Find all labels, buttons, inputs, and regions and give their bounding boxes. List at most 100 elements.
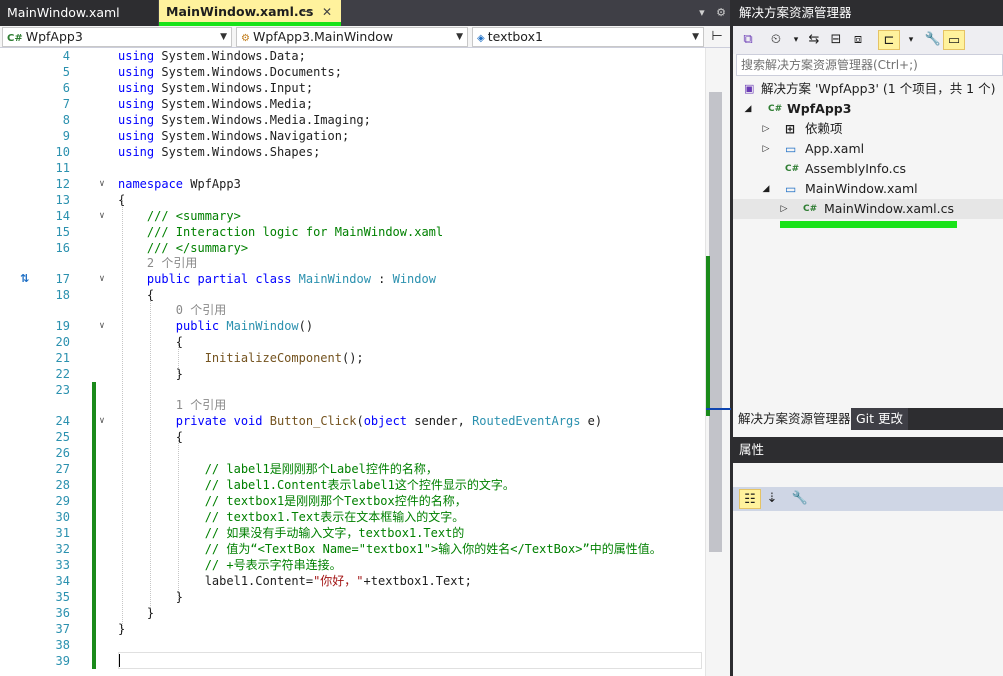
highlight-mark	[780, 221, 957, 228]
solution-explorer-tabs: 解决方案资源管理器 Git 更改	[733, 408, 1003, 430]
expanded-icon[interactable]: ◢	[743, 99, 753, 119]
code-line: 22 }	[55, 367, 184, 381]
pin-icon[interactable]: ⊸	[302, 0, 311, 24]
collapsed-icon[interactable]: ▷	[779, 199, 789, 219]
tab-mainwindow-xaml[interactable]: MainWindow.xaml	[0, 0, 158, 26]
document-tab-strip: MainWindow.xaml MainWindow.xaml.cs ⊸ ✕ ▾…	[0, 0, 730, 26]
codelens-references[interactable]: 0 个引用	[0, 302, 705, 318]
solution-tree: ▣ 解决方案 'WpfApp3' (1 个项目，共 1 个) ◢ C# WpfA…	[733, 76, 1003, 406]
solution-explorer-title: 解决方案资源管理器	[733, 0, 1003, 26]
code-line: 28 // label1.Content表示label1这个控件显示的文字。	[55, 477, 515, 493]
code-line: 20 {	[55, 335, 184, 349]
code-line: 11	[55, 161, 70, 175]
collapse-icon[interactable]: ∨	[96, 271, 108, 287]
code-line: 34 label1.Content="你好，"+textbox1.Text;	[55, 573, 472, 589]
collapsed-icon[interactable]: ▷	[761, 139, 771, 159]
tree-node-dependencies[interactable]: ▷ ⊞ 依赖项	[733, 119, 1003, 139]
tab-tools: ▾ ⚙	[691, 0, 726, 26]
chevron-down-icon: ▼	[220, 32, 227, 42]
code-line: 10 using System.Windows.Shapes;	[55, 145, 321, 159]
tab-label: MainWindow.xaml.cs	[166, 4, 314, 19]
preview-icon[interactable]: ▭	[943, 30, 965, 50]
properties-toolbar: ☷ ⇣ 🔧	[733, 487, 1003, 511]
wrench-icon[interactable]: 🔧	[789, 489, 811, 509]
code-line: 12 ∨ namespace WpfApp3	[55, 176, 241, 192]
code-editor-pane: MainWindow.xaml MainWindow.xaml.cs ⊸ ✕ ▾…	[0, 0, 731, 676]
collapse-all-icon[interactable]: ⊟	[825, 30, 847, 50]
code-line: 37}	[55, 621, 126, 637]
code-line: 26	[0, 445, 705, 461]
code-line: 27 // label1是刚刚那个Label控件的名称，	[55, 461, 438, 477]
code-line: 6 using System.Windows.Input;	[62, 81, 314, 95]
member-dropdown[interactable]: ◈ textbox1 ▼	[472, 27, 704, 47]
scrollbar-thumb[interactable]	[709, 92, 722, 552]
categorized-icon[interactable]: ☷	[739, 489, 761, 509]
codelens-references[interactable]: 1 个引用	[0, 397, 705, 413]
class-label: WpfApp3.MainWindow	[252, 29, 394, 44]
code-line: 25 {	[55, 429, 184, 445]
tree-node-project[interactable]: ◢ C# WpfApp3	[733, 99, 1003, 119]
close-icon[interactable]: ✕	[322, 0, 332, 24]
code-line: 18 {	[55, 288, 155, 302]
solution-explorer-toolbar: ⧉ ⏲ ▾ ⇆ ⊟ ⧈ ⊏ ▾ 🔧 ▭	[733, 26, 1003, 54]
tab-git-changes[interactable]: Git 更改	[851, 408, 909, 430]
code-line: 7 using System.Windows.Media;	[62, 97, 314, 111]
code-line: 17 ∨ public partial class MainWindow : Wi…	[55, 271, 436, 287]
history-icon[interactable]: ⏲	[765, 30, 787, 50]
gear-icon[interactable]: ⚙	[716, 6, 726, 19]
vertical-scrollbar[interactable]	[705, 48, 731, 676]
tree-node-mainwindow-xaml-cs[interactable]: ▷ C# MainWindow.xaml.cs	[733, 199, 1003, 219]
solution-icon: ▣	[744, 82, 755, 95]
tree-node-mainwindow-xaml[interactable]: ◢ ▭ MainWindow.xaml	[733, 179, 1003, 199]
change-marker	[706, 256, 710, 416]
tool-windows: 解决方案资源管理器 ⧉ ⏲ ▾ ⇆ ⊟ ⧈ ⊏ ▾ 🔧 ▭ 搜索解决方案资源管理…	[733, 0, 1003, 676]
sync-arrows-icon[interactable]: ⇆	[803, 30, 825, 50]
code-line: 19 ∨ public MainWindow()	[55, 318, 314, 334]
tree-node-assemblyinfo[interactable]: C# AssemblyInfo.cs	[733, 159, 1003, 179]
code-line: 30 // textbox1.Text表示在文本框输入的文字。	[55, 509, 465, 525]
code-line: 24 ∨ private void Button_Click(object sen…	[55, 413, 603, 429]
collapse-icon[interactable]: ∨	[96, 208, 108, 224]
code-line: 15 /// Interaction logic for MainWindow.…	[55, 225, 444, 239]
tab-list-dropdown-icon[interactable]: ▾	[699, 6, 705, 19]
chevron-down-icon: ▼	[692, 32, 699, 42]
vs-sync-icon[interactable]: ⧉	[737, 30, 759, 50]
collapse-icon[interactable]: ∨	[96, 318, 108, 334]
code-line: 36 }	[55, 605, 155, 621]
properties-title: 属性	[733, 437, 1003, 463]
code-line: 4 using System.Windows.Data;	[62, 49, 306, 63]
properties-panel: ☷ ⇣ 🔧	[733, 463, 1003, 676]
track-active-icon[interactable]: ⊏	[878, 30, 900, 50]
code-line: 5 using System.Windows.Documents;	[62, 65, 342, 79]
text-caret	[119, 654, 120, 667]
expanded-icon[interactable]: ◢	[761, 179, 771, 199]
csharp-project-icon: C#	[7, 33, 23, 44]
collapse-icon[interactable]: ∨	[96, 413, 108, 429]
project-dropdown[interactable]: C# WpfApp3 ▼	[2, 27, 232, 47]
tree-node-solution[interactable]: ▣ 解决方案 'WpfApp3' (1 个项目，共 1 个)	[733, 79, 1003, 99]
chevron-down-icon[interactable]: ▾	[900, 30, 922, 50]
csharp-file-icon: C#	[785, 164, 800, 174]
show-all-files-icon[interactable]: ⧈	[847, 30, 869, 50]
tree-node-app-xaml[interactable]: ▷ ▭ App.xaml	[733, 139, 1003, 159]
tab-solution-explorer[interactable]: 解决方案资源管理器	[733, 408, 856, 430]
dependencies-icon: ⊞	[785, 122, 796, 136]
csharp-file-icon: C#	[803, 204, 818, 214]
navigation-bar: C# WpfApp3 ▼ ⚙ WpfApp3.MainWindow ▼ ◈ textb…	[0, 26, 730, 48]
code-line: 35 }	[55, 589, 184, 605]
code-line: 9 using System.Windows.Navigation;	[62, 129, 350, 143]
collapse-icon[interactable]: ∨	[96, 176, 108, 192]
class-dropdown[interactable]: ⚙ WpfApp3.MainWindow ▼	[236, 27, 468, 47]
field-icon: ◈	[477, 33, 485, 44]
wrench-icon[interactable]: 🔧	[922, 30, 944, 50]
codelens-references[interactable]: 2 个引用	[0, 255, 705, 271]
alphabetical-icon[interactable]: ⇣	[761, 489, 783, 509]
tab-mainwindow-xaml-cs[interactable]: MainWindow.xaml.cs ⊸ ✕	[159, 0, 341, 26]
csharp-project-icon: C#	[768, 104, 783, 114]
solution-explorer-search-input[interactable]: 搜索解决方案资源管理器(Ctrl+;)	[736, 54, 1003, 76]
code-text-area[interactable]: ⇅ 4 using System.Windows.Data; 5 using Sys…	[0, 48, 705, 676]
code-line: 21 InitializeComponent();	[55, 351, 364, 365]
caret-position-marker	[706, 408, 731, 410]
split-window-icon[interactable]: ⊢	[708, 28, 726, 46]
collapsed-icon[interactable]: ▷	[761, 119, 771, 139]
